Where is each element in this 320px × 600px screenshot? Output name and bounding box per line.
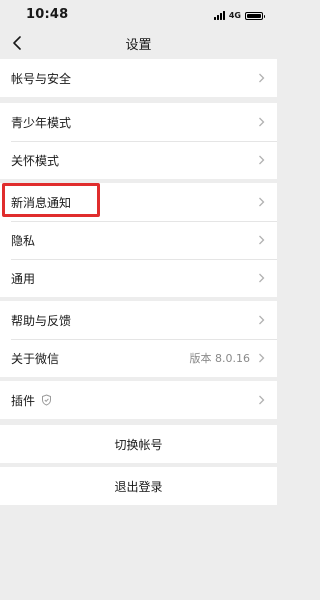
settings-group-about: 帮助与反馈 关于微信 版本 8.0.16 (0, 301, 277, 377)
settings-group-modes: 青少年模式 关怀模式 (0, 103, 277, 179)
settings-item-teen-mode[interactable]: 青少年模式 (0, 103, 277, 141)
switch-account-group: 切换帐号 (0, 425, 277, 463)
settings-item-label: 帮助与反馈 (11, 313, 72, 328)
page-title: 设置 (125, 38, 152, 53)
status-time: 10:48 (26, 7, 69, 22)
settings-item-label: 关于微信 (11, 351, 60, 366)
switch-account-label: 切换帐号 (114, 437, 163, 452)
settings-item-about-wechat[interactable]: 关于微信 版本 8.0.16 (0, 339, 277, 377)
status-bar: 10:48 4G (0, 0, 277, 30)
chevron-right-icon (258, 315, 266, 325)
status-indicators: 4G (213, 10, 265, 21)
settings-item-care-mode[interactable]: 关怀模式 (0, 141, 277, 179)
battery-icon (245, 11, 265, 20)
chevron-right-icon (258, 395, 266, 405)
settings-group-plugins: 插件 (0, 381, 277, 419)
settings-item-label: 帐号与安全 (11, 71, 72, 86)
chevron-right-icon (258, 273, 266, 283)
logout-group: 退出登录 (0, 467, 277, 505)
settings-item-privacy[interactable]: 隐私 (0, 221, 277, 259)
chevron-right-icon (258, 117, 266, 127)
settings-item-plugins[interactable]: 插件 (0, 381, 277, 419)
shield-icon (41, 394, 53, 406)
chevron-right-icon (258, 155, 266, 165)
network-type: 4G (228, 11, 241, 20)
chevron-right-icon (258, 235, 266, 245)
version-value: 版本 8.0.16 (189, 352, 250, 365)
settings-item-label: 新消息通知 (11, 195, 72, 210)
settings-item-label: 隐私 (11, 233, 36, 248)
settings-item-account-security[interactable]: 帐号与安全 (0, 59, 277, 97)
settings-item-label: 青少年模式 (11, 115, 72, 130)
switch-account-button[interactable]: 切换帐号 (0, 425, 277, 463)
settings-item-label: 关怀模式 (11, 153, 60, 168)
signal-icon (213, 11, 225, 20)
settings-item-help-feedback[interactable]: 帮助与反馈 (0, 301, 277, 339)
settings-item-general[interactable]: 通用 (0, 259, 277, 297)
chevron-right-icon (258, 73, 266, 83)
logout-button[interactable]: 退出登录 (0, 467, 277, 505)
navigation-bar: 设置 (0, 30, 277, 60)
logout-label: 退出登录 (114, 479, 163, 494)
settings-group-account: 帐号与安全 (0, 59, 277, 97)
settings-item-notifications[interactable]: 新消息通知 (0, 183, 277, 221)
chevron-right-icon (258, 353, 266, 363)
settings-group-general: 新消息通知 隐私 通用 (0, 183, 277, 297)
settings-item-label: 通用 (11, 271, 36, 286)
settings-item-label: 插件 (11, 393, 36, 408)
chevron-right-icon (258, 197, 266, 207)
